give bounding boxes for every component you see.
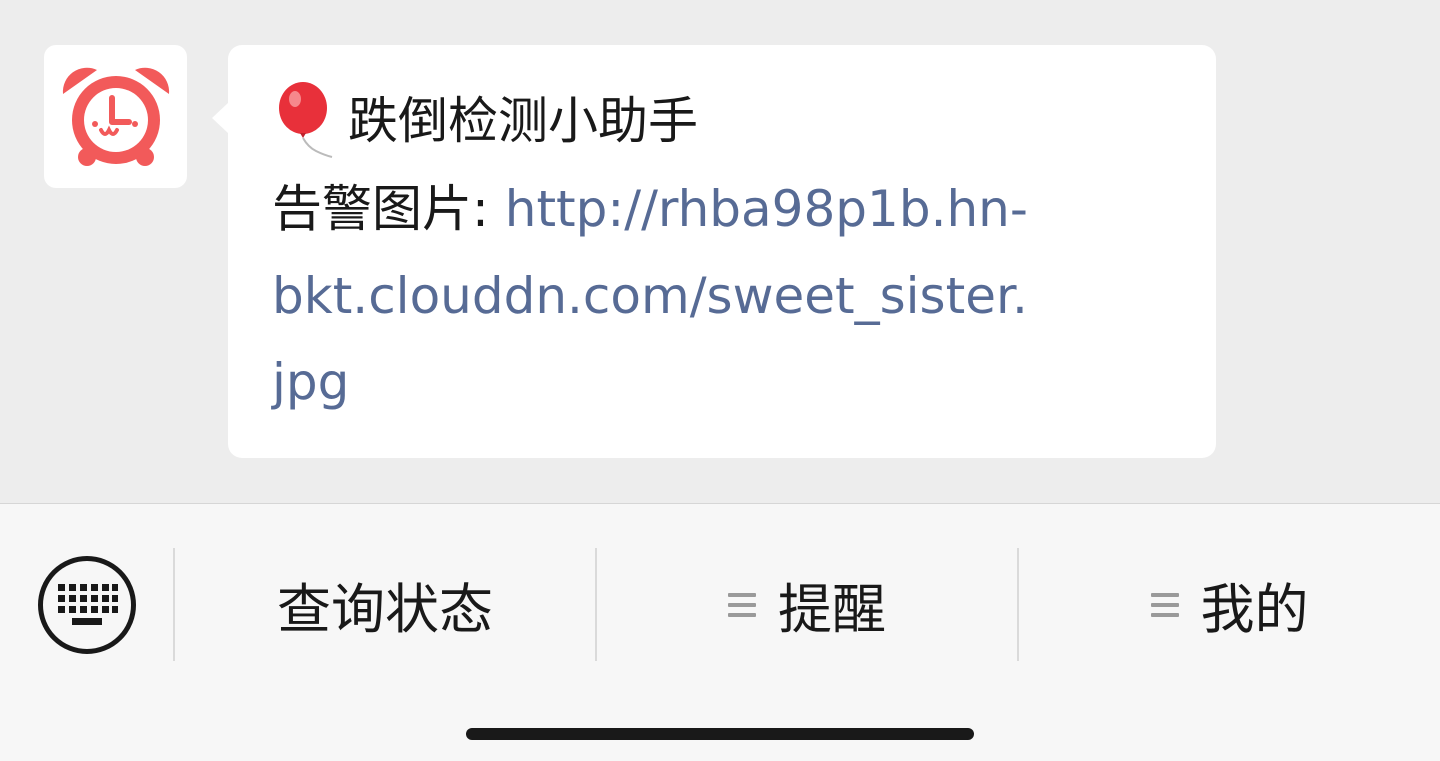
bubble-tail bbox=[212, 102, 229, 134]
alarm-image-line: 告警图片: http://rhba98p1b.hn- bbox=[272, 165, 1176, 253]
alarm-image-label: 告警图片: bbox=[272, 180, 505, 238]
keyboard-icon bbox=[58, 584, 118, 625]
bottom-menu-bar: 查询状态 提醒 我的 bbox=[0, 504, 1440, 761]
alarm-image-link-end[interactable]: jpg bbox=[272, 339, 1176, 425]
menu-item-mine[interactable]: 我的 bbox=[1019, 548, 1440, 661]
keyboard-toggle-button[interactable] bbox=[38, 556, 136, 654]
menu-item-query-status[interactable]: 查询状态 bbox=[175, 548, 595, 661]
menu-item-label: 查询状态 bbox=[277, 578, 493, 641]
message-title: 跌倒检测小助手 bbox=[348, 92, 698, 150]
message-bubble[interactable]: 跌倒检测小助手 告警图片: http://rhba98p1b.hn- bkt.c… bbox=[212, 45, 1216, 458]
chat-screen: 跌倒检测小助手 告警图片: http://rhba98p1b.hn- bkt.c… bbox=[0, 0, 1440, 761]
alarm-clock-icon bbox=[62, 67, 169, 166]
home-indicator[interactable] bbox=[466, 728, 974, 740]
menu-item-reminder[interactable]: 提醒 bbox=[597, 548, 1017, 661]
alarm-image-link[interactable]: http://rhba98p1b.hn- bbox=[505, 180, 1028, 238]
menu-item-label: 提醒 bbox=[778, 578, 886, 641]
menu-item-label: 我的 bbox=[1200, 578, 1309, 641]
menu-lines-icon bbox=[728, 592, 756, 617]
message-title-line: 跌倒检测小助手 bbox=[272, 77, 1176, 165]
menu-lines-icon bbox=[1150, 592, 1179, 617]
alarm-image-link-continued[interactable]: bkt.clouddn.com/sweet_sister. bbox=[272, 253, 1176, 339]
sender-avatar[interactable] bbox=[44, 45, 187, 188]
balloon-icon bbox=[279, 82, 333, 158]
